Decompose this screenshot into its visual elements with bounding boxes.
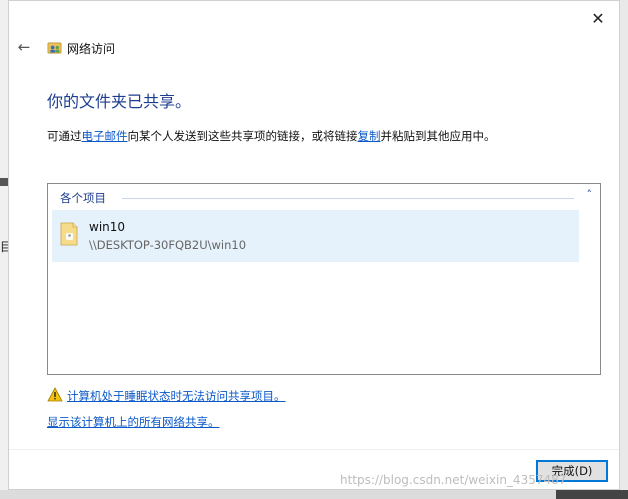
desc-middle: 向某个人发送到这些共享项的链接，或将链接 bbox=[127, 129, 358, 143]
item-network-path: \\DESKTOP-30FQB2U\win10 bbox=[89, 238, 247, 252]
close-icon: ✕ bbox=[591, 8, 605, 28]
item-name: win10 bbox=[89, 220, 126, 234]
desc-prefix: 可通过 bbox=[47, 129, 82, 143]
desc-suffix: 并粘贴到其他应用中。 bbox=[380, 129, 496, 143]
copy-link[interactable]: 复制 bbox=[358, 129, 381, 143]
close-button[interactable]: ✕ bbox=[587, 7, 609, 29]
network-share-icon bbox=[47, 42, 62, 54]
shared-items-list: 各个项目 ˄ win10 \\DESKTOP-30FQB2U\win10 bbox=[47, 183, 601, 375]
background-window-marker bbox=[0, 178, 8, 186]
share-description: 可通过电子邮件向某个人发送到这些共享项的链接，或将链接复制并粘贴到其他应用中。 bbox=[47, 128, 496, 144]
warning-icon bbox=[47, 387, 63, 402]
network-access-dialog: ✕ ← 网络访问 你的文件夹已共享。 可通过电子邮件向某个人发送到这些共享项的链… bbox=[8, 0, 620, 490]
chevron-up-icon: ˄ bbox=[586, 188, 593, 201]
back-button[interactable]: ← bbox=[14, 37, 34, 57]
watermark-text: https://blog.csdn.net/weixin_4357487 bbox=[340, 473, 567, 487]
show-all-shares-link[interactable]: 显示该计算机上的所有网络共享。 bbox=[47, 414, 220, 430]
list-item[interactable]: win10 \\DESKTOP-30FQB2U\win10 bbox=[52, 210, 579, 262]
email-link[interactable]: 电子邮件 bbox=[82, 129, 128, 143]
group-divider bbox=[122, 198, 574, 199]
back-arrow-icon: ← bbox=[17, 38, 31, 56]
group-header-label: 各个项目 bbox=[60, 190, 112, 206]
sleep-warning-link[interactable]: 计算机处于睡眠状态时无法访问共享项目。 bbox=[67, 388, 286, 404]
background-taskbar-dark bbox=[556, 490, 628, 499]
shared-folder-icon bbox=[60, 222, 78, 246]
window-title: 网络访问 bbox=[67, 42, 116, 56]
collapse-group-button[interactable]: ˄ bbox=[587, 188, 593, 201]
footer-divider bbox=[9, 449, 619, 450]
page-heading: 你的文件夹已共享。 bbox=[47, 92, 192, 111]
background-taskbar bbox=[0, 490, 628, 499]
